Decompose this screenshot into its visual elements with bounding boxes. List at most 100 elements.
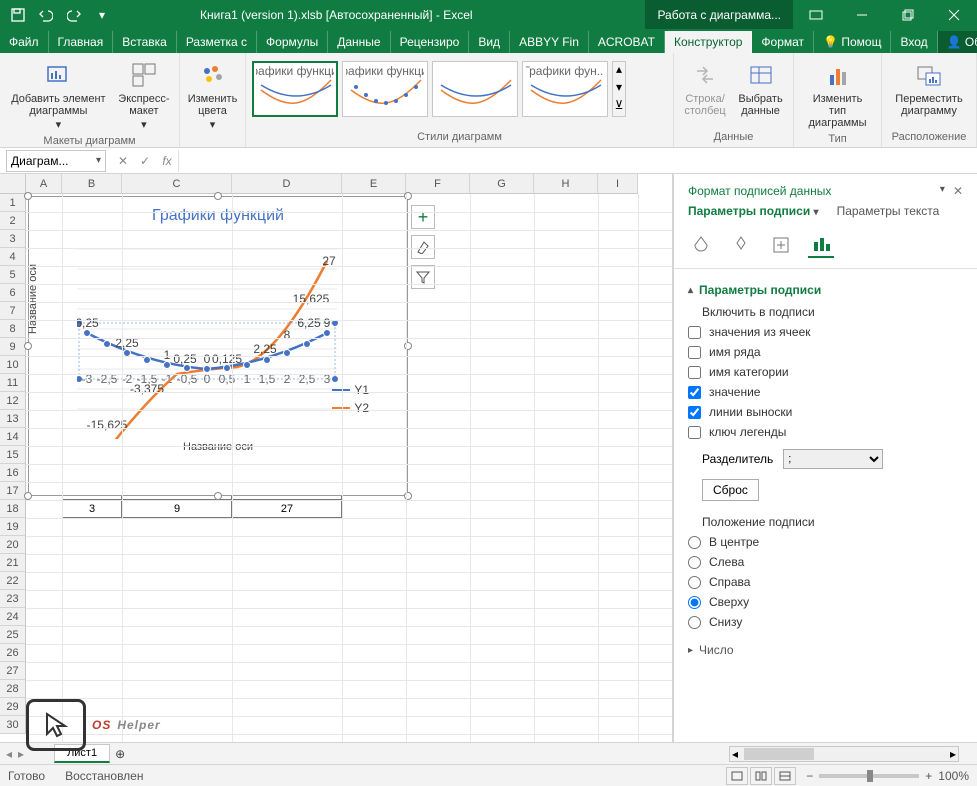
gallery-down-icon[interactable]: ▾ [613, 80, 625, 98]
radio-center[interactable]: В центре [688, 535, 963, 549]
row-header[interactable]: 29 [0, 698, 26, 716]
row-header[interactable]: 25 [0, 626, 26, 644]
chk-value[interactable]: значение [688, 385, 963, 399]
tab-format[interactable]: Формат [752, 31, 814, 53]
chart-styles-button[interactable] [411, 235, 435, 259]
row-header[interactable]: 2 [0, 212, 26, 230]
separator-select[interactable]: ; [783, 449, 883, 469]
pane-close-icon[interactable]: ✕ [953, 184, 963, 198]
row-header[interactable]: 6 [0, 284, 26, 302]
new-sheet-button[interactable]: ⊕ [110, 747, 130, 761]
worksheet[interactable]: A B C D E F G H I 1234567891011121314151… [0, 174, 673, 742]
tab-page-layout[interactable]: Разметка с [177, 31, 257, 53]
tab-home[interactable]: Главная [49, 31, 114, 53]
select-data-button[interactable]: Выбрать данные [734, 57, 787, 119]
row-header[interactable]: 23 [0, 590, 26, 608]
chart-style-1[interactable]: Графики функций [252, 61, 338, 117]
row-header[interactable]: 30 [0, 716, 26, 734]
select-all-cell[interactable] [0, 174, 26, 194]
cell-grid[interactable]: 3 9 27 + Графики функций [26, 194, 672, 742]
horizontal-scrollbar[interactable]: ◂▸ [729, 746, 959, 762]
row-header[interactable]: 19 [0, 518, 26, 536]
row-header[interactable]: 22 [0, 572, 26, 590]
col-header[interactable]: D [232, 174, 342, 194]
col-header[interactable]: G [470, 174, 534, 194]
chk-category-name[interactable]: имя категории [688, 365, 963, 379]
row-header[interactable]: 9 [0, 338, 26, 356]
radio-below[interactable]: Снизу [688, 615, 963, 629]
tab-insert[interactable]: Вставка [113, 31, 177, 53]
table-cell[interactable]: 9 [122, 500, 232, 518]
name-box[interactable]: Диаграм...▾ [6, 150, 106, 172]
undo-icon[interactable] [34, 3, 58, 27]
row-header[interactable]: 20 [0, 536, 26, 554]
tab-scroll-right-icon[interactable]: ▸ [18, 747, 24, 761]
chk-series-name[interactable]: имя ряда [688, 345, 963, 359]
row-header[interactable]: 14 [0, 428, 26, 446]
tab-design[interactable]: Конструктор [665, 31, 752, 53]
chart-style-3[interactable] [432, 61, 518, 117]
tab-acrobat[interactable]: ACROBAT [589, 31, 665, 53]
chart-style-2[interactable]: Графики функций [342, 61, 428, 117]
tab-formulas[interactable]: Формулы [257, 31, 328, 53]
add-chart-element-button[interactable]: Добавить элемент диаграммы▾ [6, 57, 111, 133]
tab-scroll-left-icon[interactable]: ◂ [0, 747, 18, 761]
row-header[interactable]: 4 [0, 248, 26, 266]
col-header[interactable]: B [62, 174, 122, 194]
change-chart-type-button[interactable]: Изменить тип диаграммы [800, 57, 875, 131]
chart-object[interactable]: + Графики функций [28, 196, 408, 496]
view-normal-icon[interactable] [726, 767, 748, 785]
row-header[interactable]: 13 [0, 410, 26, 428]
reset-button[interactable]: Сброс [702, 479, 759, 501]
row-header[interactable]: 24 [0, 608, 26, 626]
row-header[interactable]: 18 [0, 500, 26, 518]
row-header[interactable]: 5 [0, 266, 26, 284]
chart-style-4[interactable]: Графики фун... [522, 61, 608, 117]
cancel-formula-icon[interactable]: ✕ [112, 150, 134, 172]
tab-help[interactable]: 💡 Помощ [814, 31, 891, 53]
effects-icon[interactable] [728, 232, 754, 258]
tab-share[interactable]: 👤 Общий доступ [938, 31, 977, 53]
chart-styles-gallery[interactable]: Графики функций Графики функций Графики … [252, 57, 667, 117]
col-header[interactable]: A [26, 174, 62, 194]
zoom-level[interactable]: 100% [938, 769, 969, 783]
section-label-options[interactable]: ▴Параметры подписи [688, 283, 963, 297]
radio-left[interactable]: Слева [688, 555, 963, 569]
restore-icon[interactable] [885, 0, 931, 29]
pane-tab-label-options[interactable]: Параметры подписи ▾ [688, 204, 819, 218]
chart-x-axis-label[interactable]: Название оси [29, 441, 407, 453]
col-header[interactable]: F [406, 174, 470, 194]
move-chart-button[interactable]: Переместить диаграмму [888, 57, 970, 119]
tab-data[interactable]: Данные [328, 31, 390, 53]
row-header[interactable]: 3 [0, 230, 26, 248]
tab-file[interactable]: Файл [0, 31, 49, 53]
chart-title[interactable]: Графики функций [29, 197, 407, 229]
tab-abbyy[interactable]: ABBYY Fin [510, 31, 589, 53]
qat-more-icon[interactable]: ▾ [90, 3, 114, 27]
chart-elements-button[interactable]: + [411, 205, 435, 229]
row-header[interactable]: 16 [0, 464, 26, 482]
row-header[interactable]: 15 [0, 446, 26, 464]
quick-layout-button[interactable]: Экспресс-макет▾ [115, 57, 173, 133]
zoom-in-icon[interactable]: + [925, 769, 932, 783]
label-options-icon[interactable] [808, 232, 834, 258]
row-header[interactable]: 17 [0, 482, 26, 500]
chk-legend-key[interactable]: ключ легенды [688, 425, 963, 439]
row-header[interactable]: 8 [0, 320, 26, 338]
row-header[interactable]: 7 [0, 302, 26, 320]
sheet-tab[interactable]: Лист1 [54, 744, 110, 763]
change-colors-button[interactable]: Изменить цвета▾ [186, 57, 239, 133]
row-header[interactable]: 21 [0, 554, 26, 572]
row-header[interactable]: 12 [0, 392, 26, 410]
col-header[interactable]: E [342, 174, 406, 194]
formula-input[interactable] [178, 150, 977, 172]
enter-formula-icon[interactable]: ✓ [134, 150, 156, 172]
radio-above[interactable]: Сверху [688, 595, 963, 609]
save-icon[interactable] [6, 3, 30, 27]
col-header[interactable]: I [598, 174, 638, 194]
radio-right[interactable]: Справа [688, 575, 963, 589]
pane-tab-text-options[interactable]: Параметры текста [837, 204, 940, 218]
tab-signin[interactable]: Вход [891, 31, 937, 53]
ribbon-display-icon[interactable] [793, 0, 839, 29]
chart-y-axis-label[interactable]: Название оси [27, 264, 39, 334]
